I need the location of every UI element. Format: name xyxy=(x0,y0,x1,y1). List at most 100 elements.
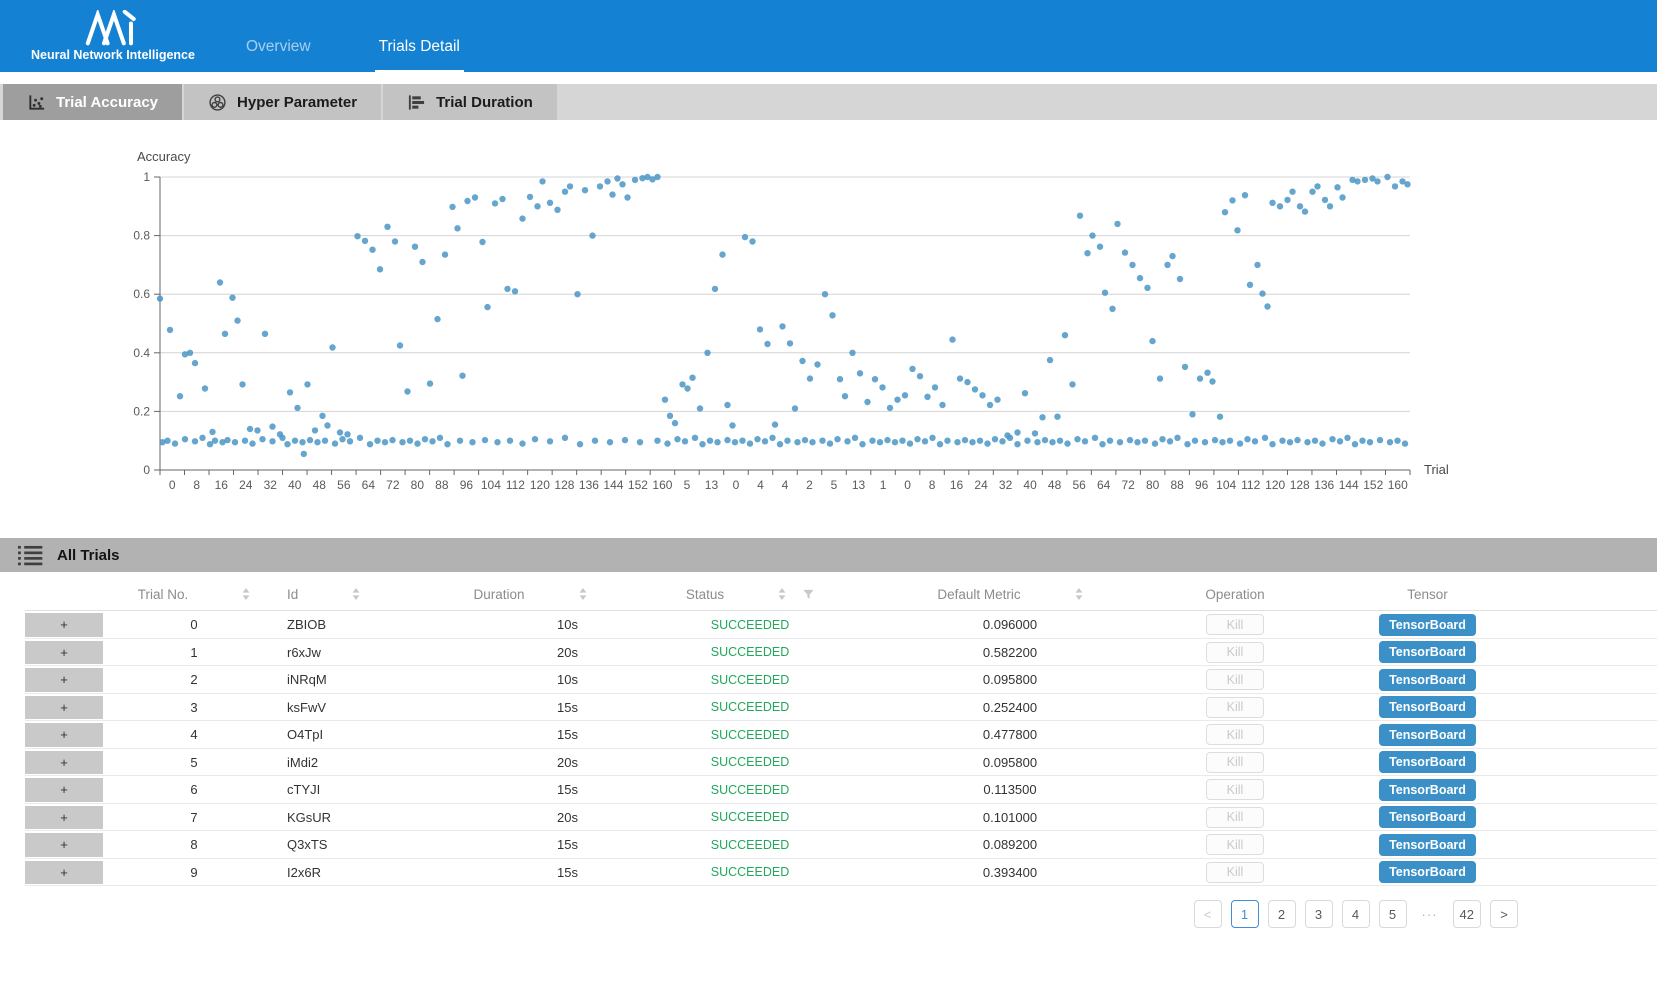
scatter-point xyxy=(1392,183,1398,189)
row-expander-button[interactable]: + xyxy=(25,696,103,720)
cell-id: cTYJI xyxy=(285,782,420,797)
tensorboard-button[interactable]: TensorBoard xyxy=(1379,724,1476,746)
svg-text:56: 56 xyxy=(1072,478,1086,492)
row-expander-button[interactable]: + xyxy=(25,641,103,665)
tensorboard-button[interactable]: TensorBoard xyxy=(1379,834,1476,856)
tensorboard-button[interactable]: TensorBoard xyxy=(1379,696,1476,718)
pagination-page-4[interactable]: 4 xyxy=(1342,900,1370,928)
pagination-ellipsis: ··· xyxy=(1416,900,1444,928)
scatter-point xyxy=(1337,438,1343,444)
sort-icon xyxy=(1075,588,1083,600)
scatter-point xyxy=(172,440,178,446)
scatter-point xyxy=(1084,250,1090,256)
scatter-point xyxy=(367,441,373,447)
scatter-point xyxy=(954,439,960,445)
scatter-point xyxy=(909,366,915,372)
scatter-point xyxy=(1099,441,1105,447)
nav-tab-overview[interactable]: Overview xyxy=(242,38,315,72)
scatter-point xyxy=(562,435,568,441)
view-tab-trial-accuracy[interactable]: Trial Accuracy xyxy=(3,84,182,120)
scatter-point xyxy=(472,194,478,200)
pagination-page-42[interactable]: 42 xyxy=(1453,900,1481,928)
scatter-point xyxy=(482,437,488,443)
cell-trial-no: 9 xyxy=(103,865,285,880)
scatter-point xyxy=(484,304,490,310)
view-tab-hyper-parameter[interactable]: Hyper Parameter xyxy=(184,84,381,120)
tensorboard-button[interactable]: TensorBoard xyxy=(1379,779,1476,801)
row-expander-button[interactable]: + xyxy=(25,668,103,692)
row-expander-button[interactable]: + xyxy=(25,778,103,802)
cell-status: SUCCEEDED xyxy=(640,700,860,714)
scatter-point xyxy=(449,204,455,210)
scatter-point xyxy=(1402,440,1408,446)
scatter-point xyxy=(427,380,433,386)
kill-button[interactable]: Kill xyxy=(1206,697,1264,718)
kill-button[interactable]: Kill xyxy=(1206,614,1264,635)
pagination-next-button[interactable]: > xyxy=(1490,900,1518,928)
kill-button[interactable]: Kill xyxy=(1206,752,1264,773)
col-header-id[interactable]: Id xyxy=(285,587,420,602)
row-expander-button[interactable]: + xyxy=(25,806,103,830)
scatter-point xyxy=(454,225,460,231)
view-tab-trial-duration[interactable]: Trial Duration xyxy=(383,84,557,120)
scatter-point xyxy=(914,436,920,442)
scatter-point xyxy=(769,435,775,441)
tensorboard-button[interactable]: TensorBoard xyxy=(1379,806,1476,828)
kill-button[interactable]: Kill xyxy=(1206,834,1264,855)
scatter-point xyxy=(592,438,598,444)
scatter-point xyxy=(704,350,710,356)
scatter-point xyxy=(1109,306,1115,312)
kill-button[interactable]: Kill xyxy=(1206,807,1264,828)
cell-trial-no: 6 xyxy=(103,782,285,797)
pagination-page-5[interactable]: 5 xyxy=(1379,900,1407,928)
table-row: +1r6xJw20sSUCCEEDED0.582200KillTensorBoa… xyxy=(25,639,1657,667)
sort-icon xyxy=(778,588,786,600)
pagination-prev-button[interactable]: < xyxy=(1194,900,1222,928)
row-expander-button[interactable]: + xyxy=(25,751,103,775)
scatter-point xyxy=(157,295,163,301)
tensorboard-button[interactable]: TensorBoard xyxy=(1379,669,1476,691)
scatter-point xyxy=(837,376,843,382)
kill-button[interactable]: Kill xyxy=(1206,669,1264,690)
nav-tab-trials-detail[interactable]: Trials Detail xyxy=(375,38,464,72)
scatter-point xyxy=(1054,414,1060,420)
scatter-point xyxy=(1069,381,1075,387)
row-expander-button[interactable]: + xyxy=(25,861,103,885)
scatter-point xyxy=(1189,411,1195,417)
col-header-default-metric[interactable]: Default Metric xyxy=(860,587,1160,602)
row-expander-button[interactable]: + xyxy=(25,833,103,857)
scatter-point xyxy=(999,438,1005,444)
scatter-point xyxy=(1374,178,1380,184)
scatter-point xyxy=(1107,438,1113,444)
top-nav: Neural Network Intelligence OverviewTria… xyxy=(0,0,1657,72)
pagination-page-3[interactable]: 3 xyxy=(1305,900,1333,928)
kill-button[interactable]: Kill xyxy=(1206,724,1264,745)
pagination-page-1[interactable]: 1 xyxy=(1231,900,1259,928)
kill-button[interactable]: Kill xyxy=(1206,642,1264,663)
row-expander-button[interactable]: + xyxy=(25,723,103,747)
pagination-page-2[interactable]: 2 xyxy=(1268,900,1296,928)
kill-button[interactable]: Kill xyxy=(1206,862,1264,883)
scatter-point xyxy=(567,183,573,189)
scatter-point xyxy=(1294,437,1300,443)
all-trials-title: All Trials xyxy=(57,547,120,564)
tensorboard-button[interactable]: TensorBoard xyxy=(1379,641,1476,663)
col-header-status[interactable]: Status xyxy=(640,587,860,602)
col-header-trial-no[interactable]: Trial No. xyxy=(103,587,285,602)
col-header-duration[interactable]: Duration xyxy=(420,587,640,602)
cell-duration: 15s xyxy=(420,837,640,852)
tensorboard-button[interactable]: TensorBoard xyxy=(1379,614,1476,636)
row-expander-button[interactable]: + xyxy=(25,613,103,637)
tensorboard-button[interactable]: TensorBoard xyxy=(1379,861,1476,883)
scatter-point xyxy=(899,438,905,444)
scatter-point xyxy=(314,439,320,445)
scatter-point xyxy=(562,189,568,195)
scatter-point xyxy=(374,438,380,444)
scatter-point xyxy=(1177,276,1183,282)
scatter-point xyxy=(819,438,825,444)
scatter-point xyxy=(377,266,383,272)
kill-button[interactable]: Kill xyxy=(1206,779,1264,800)
scatter-point xyxy=(434,316,440,322)
cell-default-metric: 0.095800 xyxy=(860,755,1160,770)
tensorboard-button[interactable]: TensorBoard xyxy=(1379,751,1476,773)
